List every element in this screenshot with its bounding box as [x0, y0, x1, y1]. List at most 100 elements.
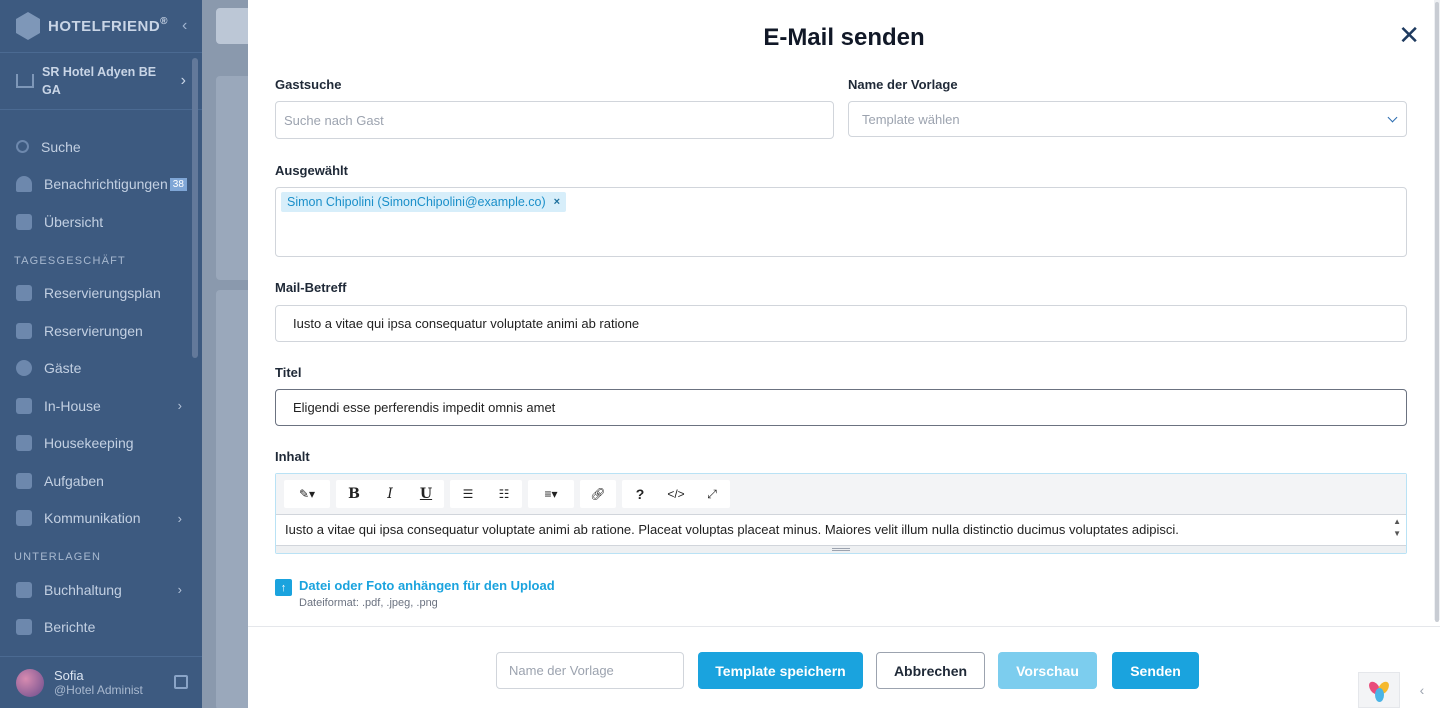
- user-profile[interactable]: Sofia @Hotel Administ: [0, 656, 202, 708]
- upload-icon[interactable]: ↑: [275, 579, 292, 596]
- editor-content[interactable]: Iusto a vitae qui ipsa consequatur volup…: [276, 515, 1406, 545]
- chevron-right-icon: ›: [177, 510, 182, 526]
- sidebar-item-tasks[interactable]: Aufgaben: [0, 462, 202, 500]
- cart-icon: [16, 397, 32, 414]
- sidebar-item-reservations[interactable]: Reservierungen: [0, 312, 202, 350]
- brand-mark: ®: [160, 16, 169, 27]
- content-label: Inhalt: [275, 449, 310, 464]
- home-icon: [16, 74, 34, 88]
- chevron-right-icon: ›: [177, 398, 182, 414]
- rich-text-editor: ✎▾ B I U ☰ ☷ ≡▾ 🔗︎ ? </> ⤢ Iusto a vitae…: [275, 473, 1407, 554]
- user-role: @Hotel Administ: [54, 683, 143, 697]
- sidebar-item-label: Gäste: [44, 360, 82, 377]
- ordered-list-icon[interactable]: ☷: [486, 480, 522, 508]
- save-template-button[interactable]: Template speichern: [698, 652, 863, 689]
- chevron-right-icon: ›: [180, 72, 186, 89]
- toolbar-group-align: ≡▾: [528, 480, 574, 508]
- avatar: [16, 668, 44, 697]
- remove-recipient-icon[interactable]: ×: [554, 196, 560, 208]
- underline-button[interactable]: U: [408, 480, 444, 508]
- subject-label: Mail-Betreff: [275, 280, 347, 295]
- notification-count-badge: 38: [169, 177, 187, 191]
- chat-widget-button[interactable]: [1358, 672, 1400, 708]
- sidebar-item-label: Buchhaltung: [44, 581, 122, 598]
- upload-format-hint: Dateiformat: .pdf, .jpeg, .png: [299, 597, 438, 609]
- sidebar-item-reservation-plan[interactable]: Reservierungsplan: [0, 275, 202, 313]
- template-select[interactable]: Template wählen: [848, 101, 1407, 137]
- subject-input[interactable]: Iusto a vitae qui ipsa consequatur volup…: [275, 305, 1407, 342]
- chat-widget-logo-icon: [1366, 679, 1392, 702]
- sidebar-item-in-house[interactable]: In-House ›: [0, 387, 202, 425]
- brand-row: HOTELFRIEND ® ‹: [0, 0, 202, 52]
- upload-link[interactable]: Datei oder Foto anhängen für den Upload: [299, 578, 555, 593]
- nav-section-docs: UNTERLAGEN: [14, 551, 102, 563]
- code-view-button[interactable]: </>: [658, 480, 694, 508]
- template-select-placeholder: Template wählen: [862, 111, 960, 127]
- unordered-list-icon[interactable]: ☰: [450, 480, 486, 508]
- sidebar-item-label: Reservierungsplan: [44, 285, 161, 302]
- scrollbar-thumb[interactable]: [1435, 2, 1439, 622]
- selected-recipients-box[interactable]: Simon Chipolini (SimonChipolini@example.…: [275, 187, 1407, 257]
- bell-icon: [16, 176, 32, 193]
- sidebar-item-reports[interactable]: Berichte: [0, 609, 202, 647]
- guest-search-input[interactable]: Suche nach Gast: [275, 101, 834, 139]
- logout-icon[interactable]: [174, 675, 188, 689]
- user-icon: [16, 360, 32, 377]
- preview-button[interactable]: Vorschau: [998, 652, 1097, 689]
- template-name-label: Name der Vorlage: [848, 77, 958, 92]
- modal-title: E-Mail senden: [763, 24, 925, 51]
- magic-style-icon[interactable]: ✎▾: [284, 480, 330, 508]
- chat-icon: [16, 510, 32, 527]
- sidebar: HOTELFRIEND ® ‹ SR Hotel Adyen BE GA › S…: [0, 0, 202, 708]
- nav-section-daily: TAGESGESCHÄFT: [14, 254, 126, 267]
- report-icon: [16, 619, 32, 636]
- editor-text: Iusto a vitae qui ipsa consequatur volup…: [285, 522, 1179, 537]
- chevron-right-icon: ›: [177, 582, 182, 598]
- sidebar-item-label: Übersicht: [44, 213, 104, 230]
- editor-resize-handle[interactable]: [276, 545, 1406, 553]
- file-upload: ↑ Datei oder Foto anhängen für den Uploa…: [275, 578, 555, 609]
- scroll-down-icon[interactable]: ▼: [1393, 529, 1401, 538]
- document-icon: [16, 322, 32, 339]
- sidebar-item-notifications[interactable]: Benachrichtigungen 38: [0, 166, 202, 204]
- logo-petal: [1375, 688, 1384, 702]
- sidebar-scrollbar[interactable]: [192, 58, 198, 358]
- hotel-selector[interactable]: SR Hotel Adyen BE GA ›: [0, 52, 202, 110]
- calendar-icon: [16, 285, 32, 302]
- hotel-name: SR Hotel Adyen BE GA: [42, 65, 157, 97]
- link-icon[interactable]: 🔗︎: [580, 480, 616, 508]
- template-name-input[interactable]: Name der Vorlage: [496, 652, 684, 689]
- modal-scrollbar[interactable]: [1434, 0, 1440, 622]
- sidebar-item-overview[interactable]: Übersicht: [0, 203, 202, 241]
- chevron-left-icon[interactable]: ‹: [1404, 672, 1440, 708]
- accounting-icon: [16, 581, 32, 598]
- sidebar-item-housekeeping[interactable]: Housekeeping: [0, 425, 202, 463]
- toolbar-group-link: 🔗︎: [580, 480, 616, 508]
- toolbar-group-font: B I U: [336, 480, 444, 508]
- sidebar-item-accounting[interactable]: Buchhaltung ›: [0, 571, 202, 609]
- sidebar-item-label: Suche: [41, 138, 81, 155]
- sidebar-item-label: Housekeeping: [44, 435, 134, 452]
- title-input[interactable]: Eligendi esse perferendis impedit omnis …: [275, 389, 1407, 426]
- help-button[interactable]: ?: [622, 480, 658, 508]
- sidebar-item-search[interactable]: Suche: [0, 128, 202, 166]
- recipient-tag: Simon Chipolini (SimonChipolini@example.…: [281, 192, 567, 212]
- collapse-sidebar-icon[interactable]: ‹: [182, 17, 187, 35]
- recipient-tag-label: Simon Chipolini (SimonChipolini@example.…: [287, 195, 546, 209]
- sidebar-item-label: Reservierungen: [44, 322, 143, 339]
- align-icon[interactable]: ≡▾: [528, 480, 574, 508]
- user-name: Sofia: [54, 668, 84, 683]
- cancel-button[interactable]: Abbrechen: [876, 652, 985, 689]
- dashboard-icon: [16, 213, 32, 230]
- sidebar-item-label: Berichte: [44, 619, 96, 636]
- editor-toolbar: ✎▾ B I U ☰ ☷ ≡▾ 🔗︎ ? </> ⤢: [276, 474, 1406, 515]
- sidebar-item-label: Benachrichtigungen: [44, 176, 168, 193]
- fullscreen-icon[interactable]: ⤢: [694, 480, 730, 508]
- sidebar-item-guests[interactable]: Gäste: [0, 350, 202, 388]
- bold-button[interactable]: B: [336, 480, 372, 508]
- close-icon[interactable]: ✕: [1398, 22, 1420, 48]
- italic-button[interactable]: I: [372, 480, 408, 508]
- scroll-up-icon[interactable]: ▲: [1393, 517, 1401, 526]
- sidebar-item-communication[interactable]: Kommunikation ›: [0, 500, 202, 538]
- send-button[interactable]: Senden: [1112, 652, 1199, 689]
